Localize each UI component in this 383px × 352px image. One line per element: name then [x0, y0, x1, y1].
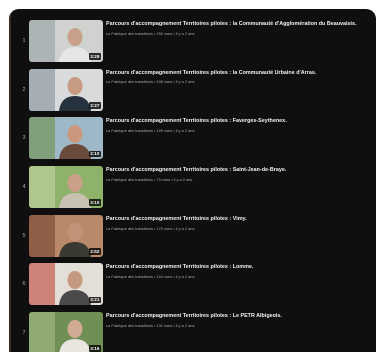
video-subline: La Fabrique des transitions • 109 vues •…: [106, 128, 374, 134]
video-thumbnail[interactable]: 2:52: [29, 214, 103, 257]
view-count: 109 vues: [156, 128, 173, 134]
upload-age: il y a 2 ans: [175, 225, 195, 231]
upload-age: il y a 2 ans: [173, 176, 193, 182]
channel-name[interactable]: La Fabrique des transitions: [106, 177, 153, 182]
video-meta: Parcours d'accompagnement Territoires pi…: [106, 118, 374, 133]
video-list: 1 3:29 Parcours d'accompagnement Territoir…: [9, 20, 376, 352]
video-title[interactable]: Parcours d'accompagnement Territoires pi…: [106, 313, 374, 320]
video-title[interactable]: Parcours d'accompagnement Territoires pi…: [106, 264, 374, 271]
video-thumbnail[interactable]: 2:27: [29, 68, 103, 111]
video-row[interactable]: 5 2:52 Parcours d'accompagnement Territoir…: [9, 214, 376, 264]
channel-name[interactable]: La Fabrique des transitions: [106, 323, 153, 328]
video-index: 7: [22, 330, 26, 337]
upload-age: il y a 2 ans: [175, 322, 195, 328]
video-title[interactable]: Parcours d'accompagnement Territoires pi…: [106, 21, 374, 28]
video-index: 4: [22, 184, 26, 191]
view-count: 104 vues: [156, 274, 173, 280]
video-thumbnail[interactable]: 3:10: [29, 166, 103, 209]
video-subline: La Fabrique des transitions • 104 vues •…: [106, 274, 374, 280]
video-index: 3: [22, 135, 26, 142]
video-subline: La Fabrique des transitions • 179 vues •…: [106, 225, 374, 232]
video-title[interactable]: Parcours d'accompagnement Territoires pi…: [106, 167, 374, 174]
duration-badge: 3:21: [88, 296, 101, 304]
view-count: 108 vues: [156, 79, 173, 85]
video-thumbnail[interactable]: 3:29: [29, 20, 103, 62]
view-count: 70 vues: [156, 176, 171, 182]
video-row[interactable]: 6 3:21 Parcours d'accompagnement Territoir…: [9, 263, 376, 312]
video-row[interactable]: 2 2:27 Parcours d'accompagnement Territoir…: [9, 68, 376, 118]
channel-name[interactable]: La Fabrique des transitions: [106, 128, 153, 133]
duration-badge: 2:10: [88, 150, 101, 158]
upload-age: il y a 2 ans: [175, 30, 195, 36]
video-index: 2: [22, 86, 26, 93]
view-count: 131 vues: [156, 322, 173, 328]
video-row[interactable]: 7 3:16 Parcours d'accompagnement Territoir…: [9, 312, 376, 352]
playlist-panel: 1 3:29 Parcours d'accompagnement Territoir…: [9, 9, 376, 352]
duration-badge: 2:27: [88, 102, 101, 109]
duration-badge: 3:16: [88, 345, 101, 352]
view-count: 179 vues: [156, 225, 173, 231]
video-row[interactable]: 3 2:10 Parcours d'accompagnement Territoir…: [9, 117, 376, 166]
video-row[interactable]: 1 3:29 Parcours d'accompagnement Territoir…: [9, 20, 376, 69]
video-title[interactable]: Parcours d'accompagnement Territoires pi…: [106, 70, 374, 77]
channel-name[interactable]: La Fabrique des transitions: [106, 226, 153, 231]
video-row[interactable]: 4 3:10 Parcours d'accompagnement Territoir…: [9, 166, 376, 215]
upload-age: il y a 2 ans: [175, 128, 195, 134]
video-index: 1: [22, 38, 26, 44]
video-thumbnail[interactable]: 3:21: [29, 263, 103, 306]
channel-name[interactable]: La Fabrique des transitions: [106, 274, 153, 279]
duration-badge: 3:29: [88, 53, 101, 60]
video-thumbnail[interactable]: 2:10: [29, 117, 103, 160]
video-subline: La Fabrique des transitions • 108 vues •…: [106, 80, 374, 85]
duration-badge: 3:10: [88, 199, 101, 207]
video-subline: La Fabrique des transitions • 131 vues •…: [106, 322, 374, 329]
view-count: 292 vues: [156, 30, 173, 36]
duration-badge: 2:52: [88, 248, 101, 255]
video-title[interactable]: Parcours d'accompagnement Territoires pi…: [106, 118, 374, 125]
video-thumbnail[interactable]: 3:16: [29, 312, 103, 352]
video-meta: Parcours d'accompagnement Territoires pi…: [106, 70, 374, 85]
video-meta: Parcours d'accompagnement Territoires pi…: [106, 264, 374, 279]
video-subline: La Fabrique des transitions • 70 vues • …: [106, 176, 374, 183]
video-meta: Parcours d'accompagnement Territoires pi…: [106, 21, 374, 36]
video-index: 5: [22, 232, 26, 239]
channel-name[interactable]: La Fabrique des transitions: [106, 31, 153, 36]
channel-name[interactable]: La Fabrique des transitions: [106, 79, 153, 85]
upload-age: il y a 2 ans: [175, 274, 195, 280]
video-meta: Parcours d'accompagnement Territoires pi…: [106, 313, 374, 328]
video-subline: La Fabrique des transitions • 292 vues •…: [106, 30, 374, 37]
upload-age: il y a 2 ans: [175, 79, 195, 85]
video-meta: Parcours d'accompagnement Territoires pi…: [106, 216, 374, 231]
video-index: 6: [22, 281, 26, 288]
video-meta: Parcours d'accompagnement Territoires pi…: [106, 167, 374, 182]
video-title[interactable]: Parcours d'accompagnement Territoires pi…: [106, 216, 374, 223]
